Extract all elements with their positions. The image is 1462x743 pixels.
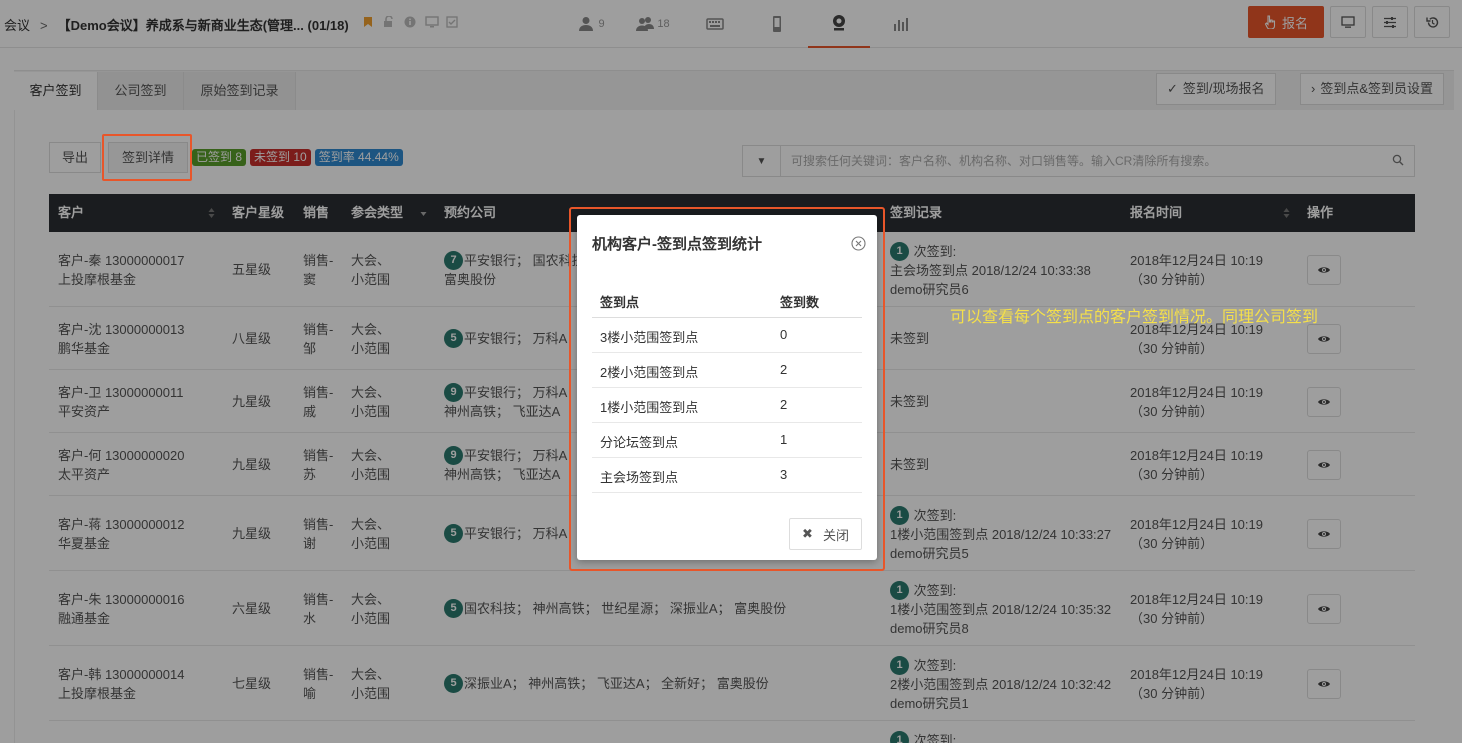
highlight-detail-button xyxy=(102,134,192,181)
page: 会议 > 【Demo会议】养成系与新商业生态(管理... (01/18) 9 18 xyxy=(0,0,1462,743)
highlight-modal xyxy=(569,207,885,571)
annotation-text: 可以查看每个签到点的客户签到情况。同理公司签到 xyxy=(950,309,1319,326)
